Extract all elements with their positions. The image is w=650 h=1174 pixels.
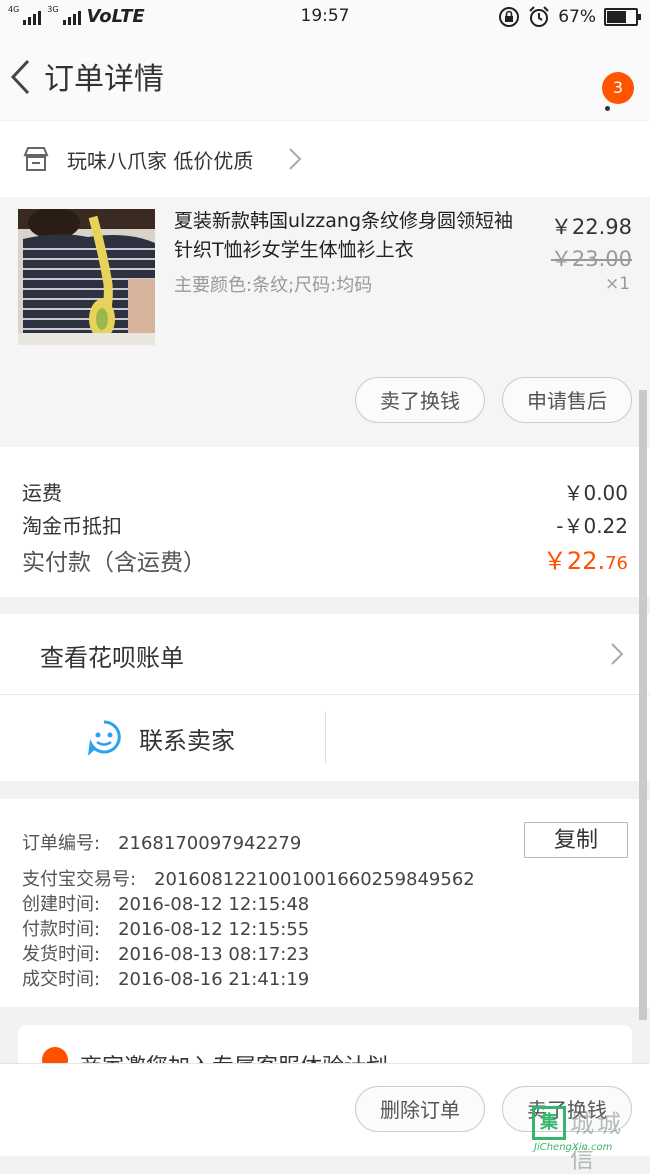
notification-badge[interactable]: 3	[602, 72, 634, 104]
shipped-time-line: 发货时间: 2016-08-13 08:17:23	[22, 944, 310, 965]
shipping-value: ￥0.00	[563, 481, 628, 505]
watermark-text: 城城信	[570, 1110, 624, 1173]
shop-name[interactable]: 玩味八爪家 低价优质	[67, 145, 253, 174]
paid-time-line: 付款时间: 2016-08-12 12:15:55	[22, 919, 310, 940]
product-quantity: ×1	[604, 274, 630, 294]
back-arrow-icon[interactable]	[8, 58, 32, 96]
status-bar: 4G 3G VoLTE 19:57 67%	[0, 0, 650, 34]
huabei-bill-label[interactable]: 查看花呗账单	[40, 638, 184, 673]
chat-face-icon[interactable]	[86, 719, 122, 755]
product-image[interactable]	[18, 209, 155, 345]
contact-seller-button[interactable]: 联系卖家	[139, 721, 235, 756]
battery-icon	[604, 8, 641, 26]
shop-icon	[23, 147, 49, 171]
product-original-price: ￥23.00	[550, 247, 632, 271]
watermark-logo: 集	[532, 1106, 566, 1140]
alarm-icon	[529, 6, 549, 27]
chevron-right-icon	[611, 643, 624, 665]
product-title[interactable]: 夏装新款韩国ulzzang条纹修身圆领短袖针织T恤衫女学生体恤衫上衣	[174, 207, 530, 265]
order-number-line: 订单编号: 2168170097942279	[22, 833, 302, 854]
divider	[325, 711, 326, 763]
battery-percent: 67%	[558, 7, 596, 27]
site-watermark: 集 城城信 JiChengXin.com	[532, 1104, 650, 1173]
contact-bar: 联系卖家	[0, 695, 650, 781]
fee-summary: 运费 ￥0.00 淘金币抵扣 -￥0.22 实付款（含运费） ￥22.76	[0, 447, 650, 597]
sell-for-cash-button[interactable]: 卖了换钱	[355, 377, 485, 423]
completed-time-line: 成交时间: 2016-08-16 21:41:19	[22, 969, 310, 990]
alipay-trade-line: 支付宝交易号: 2016081221001001660259849562	[22, 869, 475, 890]
delete-order-button[interactable]: 删除订单	[355, 1086, 485, 1132]
watermark-domain: JiChengXin.com	[534, 1142, 613, 1153]
scrollbar[interactable]	[639, 390, 647, 1020]
shop-row[interactable]: 玩味八爪家 低价优质	[0, 121, 650, 197]
status-right: 67%	[498, 6, 641, 28]
paid-amount-value: ￥22.76	[542, 547, 628, 575]
chevron-right-icon	[289, 148, 302, 170]
paid-amount-label: 实付款（含运费）	[22, 550, 206, 576]
nav-bar: 订单详情 3	[0, 34, 650, 120]
product-price: ￥22.98	[550, 215, 632, 239]
coin-discount-value: -￥0.22	[556, 514, 628, 538]
created-time-line: 创建时间: 2016-08-12 12:15:48	[22, 894, 310, 915]
huabei-bill-row[interactable]: 查看花呗账单	[0, 614, 650, 695]
rotation-lock-icon	[499, 7, 520, 27]
coin-discount-label: 淘金币抵扣	[22, 514, 122, 538]
page-title: 订单详情	[44, 62, 164, 97]
copy-button[interactable]: 复制	[524, 822, 628, 858]
product-spec: 主要颜色:条纹;尺码:均码	[174, 275, 373, 296]
after-sales-button[interactable]: 申请售后	[502, 377, 632, 423]
product-card[interactable]: 夏装新款韩国ulzzang条纹修身圆领短袖针织T恤衫女学生体恤衫上衣 主要颜色:…	[0, 197, 650, 445]
order-info: 订单编号: 2168170097942279 复制 支付宝交易号: 20160812…	[0, 799, 650, 1007]
shipping-label: 运费	[22, 481, 62, 505]
